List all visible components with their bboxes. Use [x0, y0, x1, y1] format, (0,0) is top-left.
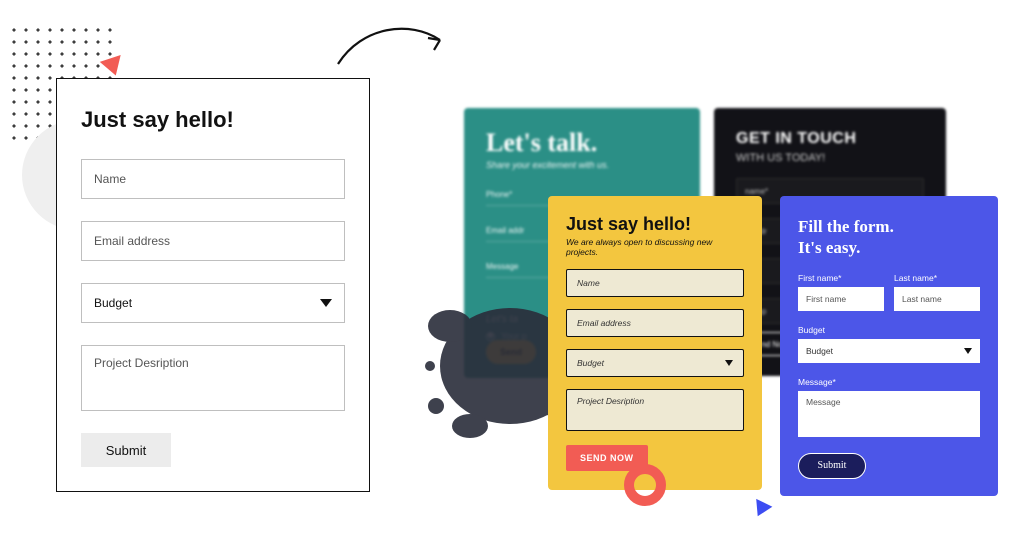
- description-textarea[interactable]: Project Desription: [566, 389, 744, 431]
- budget-select-label: Budget: [577, 358, 604, 368]
- email-input[interactable]: Email address: [81, 221, 345, 261]
- form-title: GET IN TOUCH: [736, 130, 924, 148]
- send-button[interactable]: Send: [486, 340, 536, 364]
- submit-button[interactable]: Submit: [798, 453, 866, 479]
- form-subtitle: We are always open to discussing new pro…: [566, 237, 744, 257]
- submit-button[interactable]: Submit: [81, 433, 171, 467]
- form-subtitle: WITH US TODAY!: [736, 152, 924, 164]
- form-subtitle: Share your excitement with us.: [486, 160, 678, 170]
- triangle-icon: [750, 499, 773, 520]
- budget-select-label: Budget: [94, 296, 132, 310]
- firstname-input[interactable]: First name: [798, 287, 884, 311]
- chevron-down-icon: [320, 299, 332, 307]
- firstname-label: First name*: [798, 273, 884, 283]
- decorative-ring: [624, 464, 666, 506]
- contact-form-yellow: Just say hello! We are always open to di…: [548, 196, 762, 490]
- budget-select[interactable]: Budget: [798, 339, 980, 363]
- name-input[interactable]: Name: [566, 269, 744, 297]
- form-title-line2: It's easy.: [798, 238, 860, 257]
- chevron-down-icon: [964, 348, 972, 354]
- message-label: Message*: [798, 377, 980, 387]
- budget-select-label: Budget: [806, 346, 833, 356]
- email-input[interactable]: Email address: [566, 309, 744, 337]
- lastname-input[interactable]: Last name: [894, 287, 980, 311]
- description-textarea[interactable]: Project Desription: [81, 345, 345, 411]
- budget-select[interactable]: Budget: [566, 349, 744, 377]
- chevron-down-icon: [725, 360, 733, 366]
- message-textarea[interactable]: Message: [798, 391, 980, 437]
- lastname-label: Last name*: [894, 273, 980, 283]
- form-title: Just say hello!: [81, 107, 345, 133]
- budget-label: Budget: [798, 325, 980, 335]
- arrow-icon: [332, 16, 452, 76]
- form-title: Fill the form. It's easy.: [798, 216, 980, 259]
- contact-form-white: Just say hello! Name Email address Budge…: [56, 78, 370, 492]
- form-title-line1: Fill the form.: [798, 217, 894, 236]
- radio-icon: [486, 332, 495, 341]
- form-title: Just say hello!: [566, 214, 744, 235]
- budget-select[interactable]: Budget: [81, 283, 345, 323]
- name-input[interactable]: Name: [81, 159, 345, 199]
- contact-form-blue: Fill the form. It's easy. First name* Fi…: [780, 196, 998, 496]
- form-title: Let's talk.: [486, 128, 678, 158]
